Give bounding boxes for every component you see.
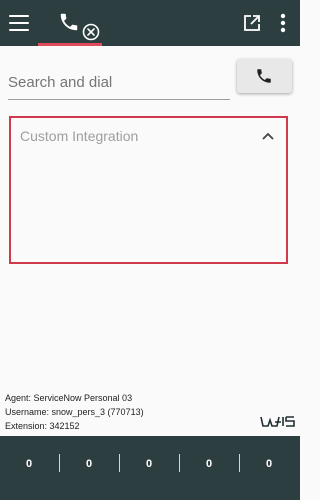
counter-value: 0: [85, 458, 93, 470]
counter-value: 0: [25, 458, 33, 470]
integration-title: Custom Integration: [20, 128, 139, 144]
search-input[interactable]: [8, 66, 230, 98]
circle-x-icon: [82, 23, 100, 41]
footer-counter-4[interactable]: 0: [180, 456, 238, 478]
vertical-dots-icon[interactable]: [276, 12, 290, 34]
bcs-logo-icon: [260, 416, 295, 427]
dial-button[interactable]: [237, 59, 292, 93]
footer-stats-bar: 0 0 0 0 0: [0, 436, 300, 500]
counter-value: 0: [265, 458, 273, 470]
top-app-bar: [0, 0, 300, 46]
footer-counter-2[interactable]: 0: [60, 456, 118, 478]
agent-extension: Extension: 342152: [5, 421, 80, 431]
custom-integration-panel: Custom Integration: [9, 116, 288, 264]
tab-phone[interactable]: [38, 0, 102, 46]
counter-value: 0: [145, 458, 153, 470]
agent-name: Agent: ServiceNow Personal 03: [5, 393, 133, 403]
phone-icon: [60, 13, 78, 31]
chevron-up-icon[interactable]: [261, 128, 275, 140]
agent-username: Username: snow_pers_3 (770713): [5, 407, 144, 417]
menu-icon[interactable]: [9, 15, 29, 31]
active-tab-indicator: [38, 43, 102, 46]
external-link-icon[interactable]: [243, 14, 261, 32]
phone-icon: [257, 69, 271, 83]
footer-counter-5[interactable]: 0: [240, 456, 298, 478]
search-field: [8, 66, 230, 100]
counter-value: 0: [205, 458, 213, 470]
footer-counter-1[interactable]: 0: [0, 456, 58, 478]
agent-info: Agent: ServiceNow Personal 03 Username: …: [5, 391, 144, 433]
footer-counter-3[interactable]: 0: [120, 456, 178, 478]
